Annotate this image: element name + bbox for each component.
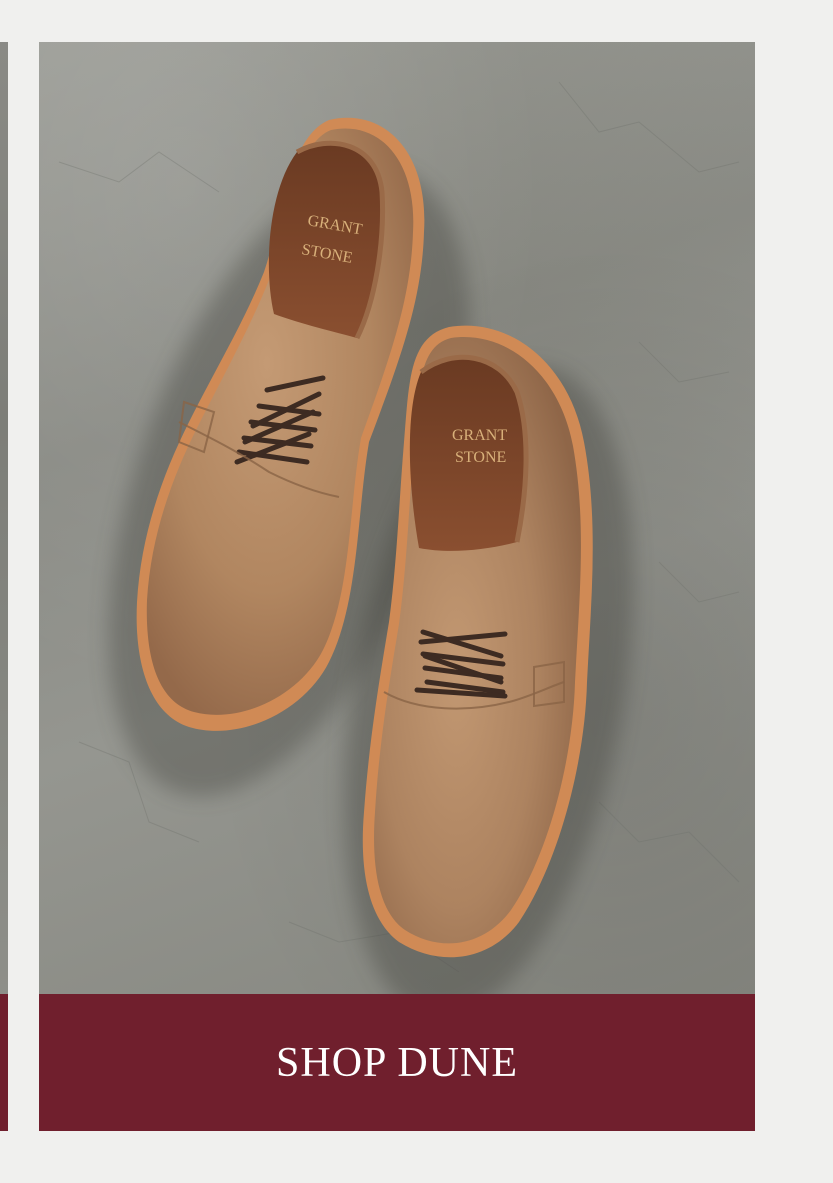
previous-card-cta-edge[interactable] xyxy=(0,994,8,1131)
shoes-illustration: GRANT STONE GRANT STONE xyxy=(58,81,740,994)
insole-brand-right-line2: STONE xyxy=(455,449,506,466)
insole-brand-right-line1: GRANT xyxy=(452,427,507,444)
previous-card-image-edge xyxy=(0,42,8,994)
shop-dune-button[interactable]: SHOP DUNE xyxy=(39,994,755,1131)
product-card: GRANT STONE GRANT STONE SHOP DUNE xyxy=(39,42,755,1131)
product-photo[interactable]: GRANT STONE GRANT STONE xyxy=(39,42,755,994)
shop-dune-label: SHOP DUNE xyxy=(276,1039,518,1086)
